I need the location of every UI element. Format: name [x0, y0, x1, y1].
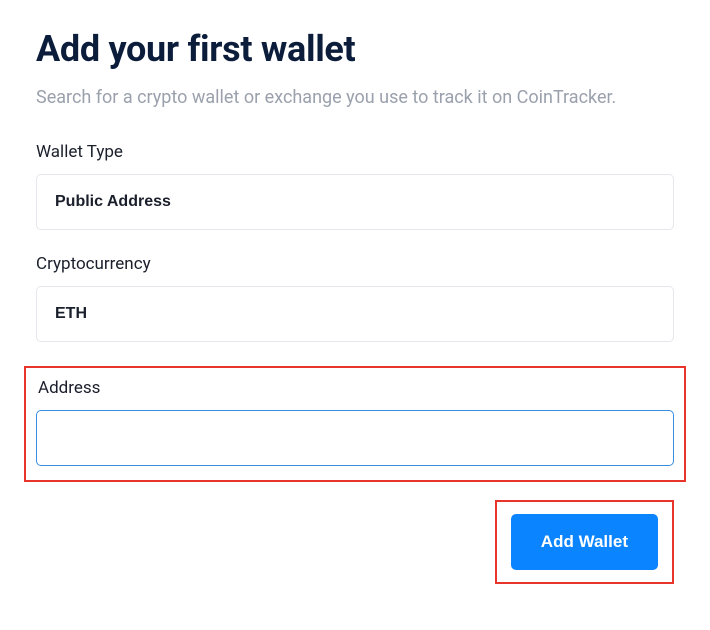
cryptocurrency-label: Cryptocurrency — [36, 254, 674, 274]
page-subtitle: Search for a crypto wallet or exchange y… — [36, 84, 636, 112]
add-wallet-button[interactable]: Add Wallet — [511, 514, 658, 570]
address-input[interactable] — [36, 410, 674, 466]
wallet-type-input[interactable] — [36, 174, 674, 230]
address-highlight-box: Address — [24, 366, 686, 482]
wallet-type-group: Wallet Type — [36, 142, 674, 230]
page-title: Add your first wallet — [36, 28, 674, 70]
wallet-type-label: Wallet Type — [36, 142, 674, 162]
cryptocurrency-group: Cryptocurrency — [36, 254, 674, 342]
address-label: Address — [38, 378, 674, 398]
submit-highlight-box: Add Wallet — [495, 500, 674, 584]
actions-row: Add Wallet — [36, 500, 674, 584]
cryptocurrency-input[interactable] — [36, 286, 674, 342]
